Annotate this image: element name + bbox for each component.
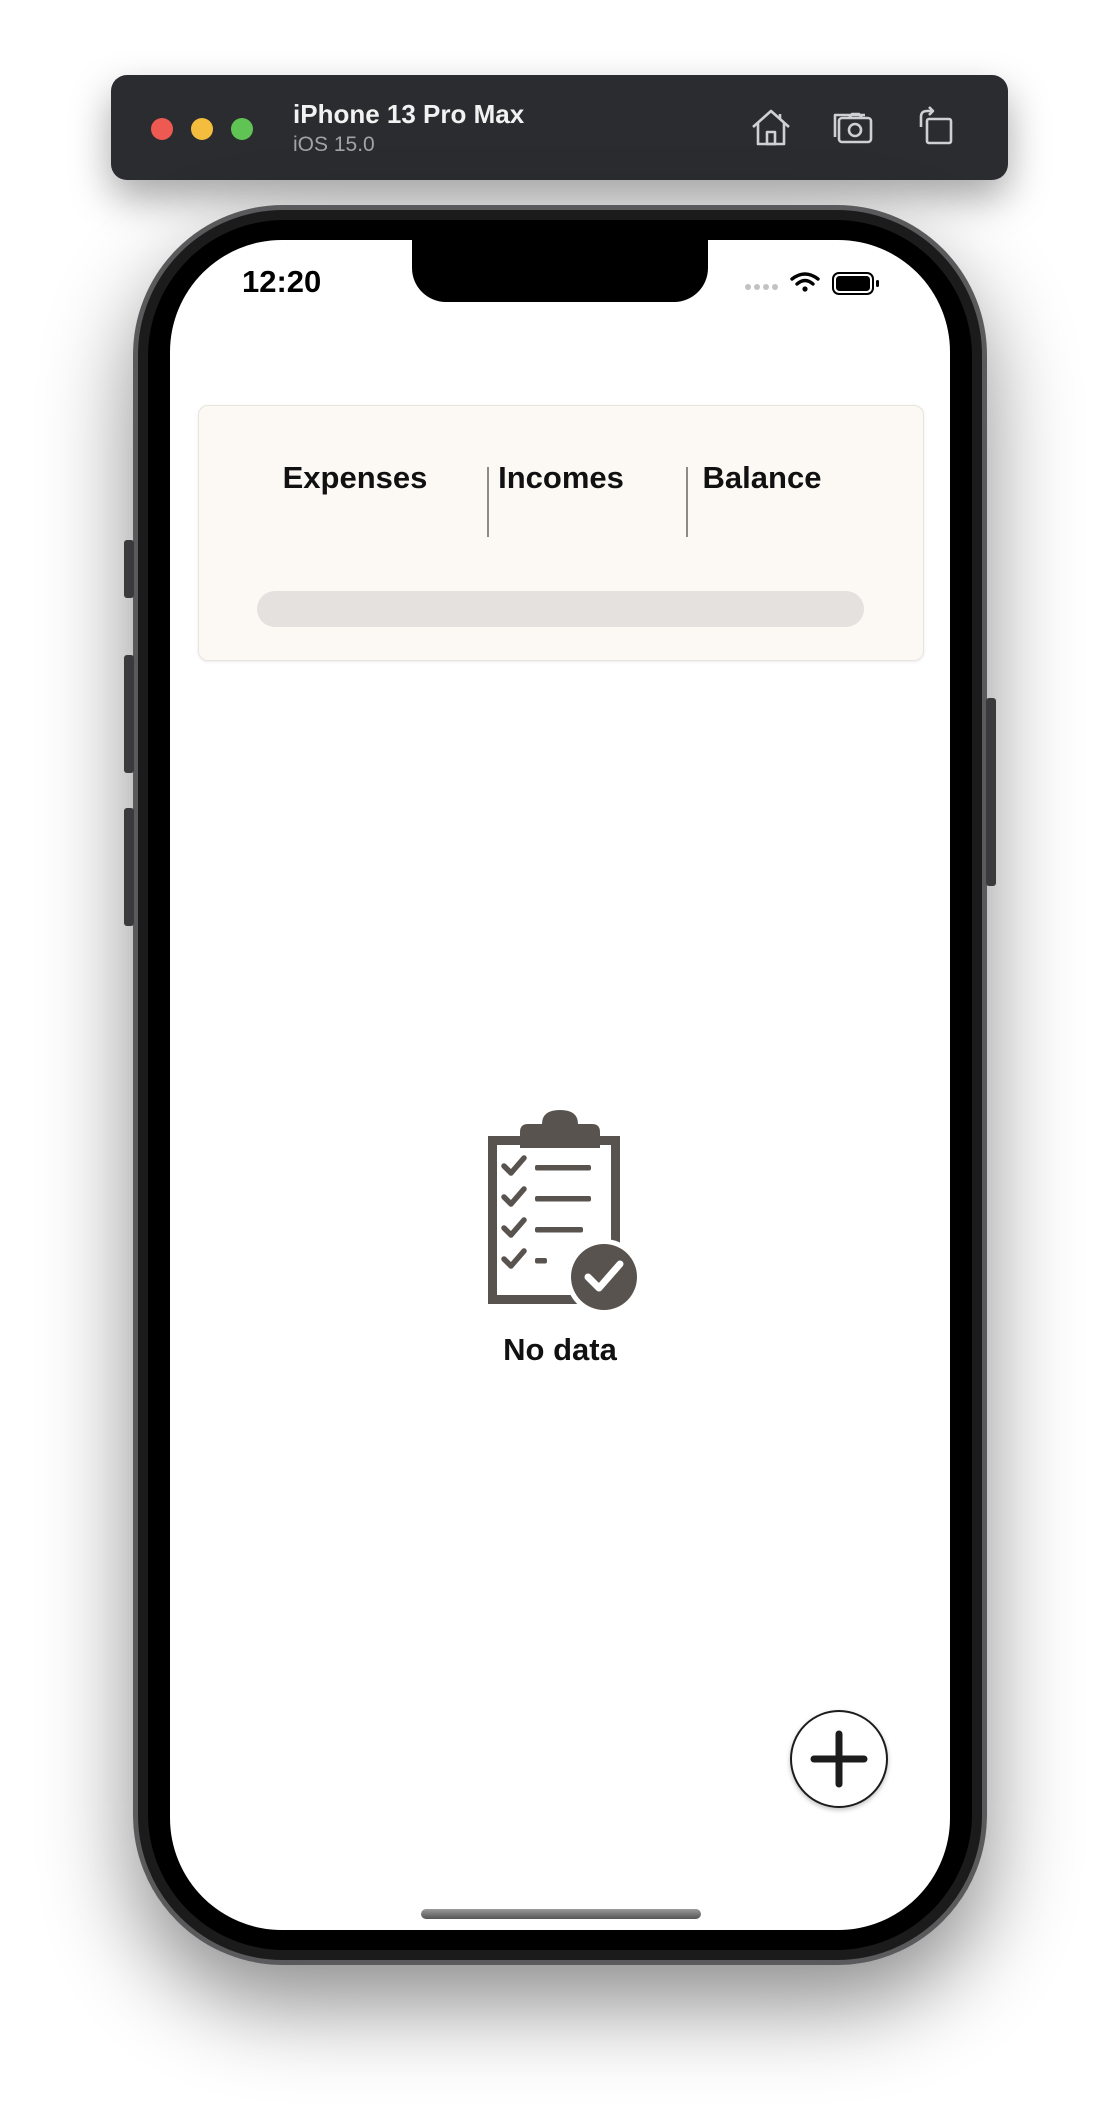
signal-icon: [745, 284, 778, 290]
zoom-window-button[interactable]: [231, 118, 253, 140]
empty-state-message: No data: [503, 1332, 617, 1367]
add-button[interactable]: [790, 1710, 888, 1808]
close-window-button[interactable]: [151, 118, 173, 140]
expenses-label[interactable]: Expenses: [255, 460, 455, 496]
clipboard-check-icon: [480, 1110, 642, 1315]
home-icon[interactable]: [747, 103, 795, 151]
volume-down-button: [124, 808, 134, 926]
rotate-icon[interactable]: [911, 103, 959, 151]
app-screen: 12:20 Expenses Incomes Balance No data: [170, 240, 950, 1930]
power-button: [986, 698, 996, 886]
home-indicator[interactable]: [421, 1909, 701, 1919]
volume-up-button: [124, 655, 134, 773]
summary-card: Expenses Incomes Balance: [198, 405, 924, 661]
status-time: 12:20: [242, 264, 322, 299]
notch: [412, 240, 708, 302]
device-name: iPhone 13 Pro Max: [293, 99, 525, 129]
status-icons: [742, 268, 902, 298]
plus-icon: [810, 1730, 868, 1788]
simulator-toolbar: iPhone 13 Pro Max iOS 15.0: [111, 75, 1008, 180]
wifi-icon: [790, 272, 820, 292]
minimize-window-button[interactable]: [191, 118, 213, 140]
screenshot-icon[interactable]: [829, 103, 877, 151]
incomes-label[interactable]: Incomes: [461, 460, 661, 496]
mute-switch: [124, 540, 134, 598]
battery-icon: [832, 272, 879, 295]
os-version: iOS 15.0: [293, 133, 375, 156]
balance-label[interactable]: Balance: [662, 460, 862, 496]
balance-progress-bar: [257, 591, 864, 627]
